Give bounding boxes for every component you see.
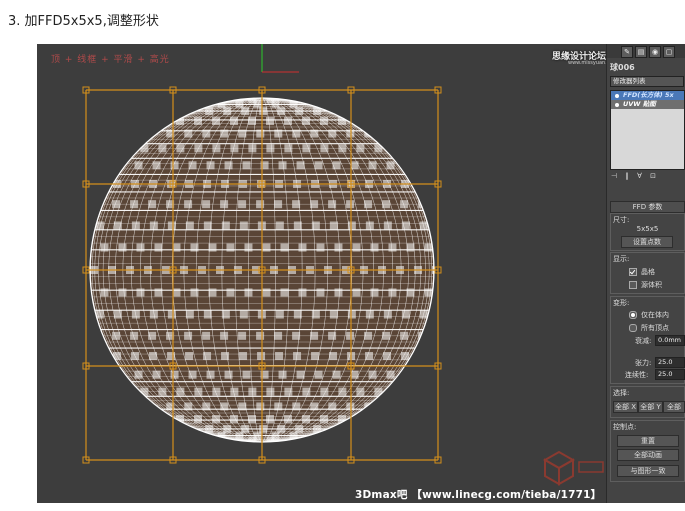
all-y-button[interactable]: 全部 Y bbox=[638, 401, 663, 413]
max-screenshot: 顶 + 线框 + 平滑 + 高光 思缘设计论坛 www.missyuan.com… bbox=[37, 44, 685, 503]
all-z-button[interactable]: 全部 bbox=[663, 401, 685, 413]
make-unique-icon[interactable]: ∀ bbox=[637, 172, 642, 180]
falloff-label: 衰减: bbox=[635, 337, 652, 345]
dimensions-group: 尺寸: 5x5x5 设置点数 bbox=[610, 213, 685, 251]
all-x-button[interactable]: 全部 X bbox=[613, 401, 638, 413]
pin-stack-icon[interactable]: ⊣ bbox=[611, 172, 617, 180]
continuity-field[interactable]: 25.0 bbox=[655, 369, 685, 380]
stack-item-ffd[interactable]: FFD(长方体) 5x bbox=[611, 91, 684, 100]
deform-group: 变形: 仅在体内 所有顶点 衰减: 0.0mm 张力: 25.0 连续性: 25… bbox=[610, 296, 685, 384]
motion-tab-icon[interactable]: ◉ bbox=[649, 46, 661, 58]
reset-button[interactable]: 重置 bbox=[617, 435, 679, 447]
stack-item-uvw[interactable]: UVW 贴图 bbox=[611, 100, 684, 109]
selection-label: 选择: bbox=[613, 389, 630, 397]
object-name[interactable]: 球006 bbox=[610, 62, 635, 73]
control-points-label: 控制点: bbox=[613, 423, 637, 431]
show-end-result-icon[interactable]: ‖ bbox=[625, 172, 629, 180]
lattice-checkbox[interactable]: 晶格 bbox=[629, 267, 655, 277]
panel-tabs: ✎ ▤ ◉ ▢ bbox=[607, 44, 685, 58]
stack-tools: ⊣ ‖ ∀ ⊡ bbox=[611, 172, 656, 180]
modifier-stack: FFD(长方体) 5x UVW 贴图 bbox=[610, 90, 685, 170]
falloff-field[interactable]: 0.0mm bbox=[655, 335, 685, 346]
animate-all-button[interactable]: 全部动画 bbox=[617, 449, 679, 461]
footer-watermark: 3Dmax吧 【www.linecg.com/tieba/1771】 bbox=[355, 489, 602, 501]
modifier-list-dropdown[interactable]: 修改器列表 bbox=[610, 76, 684, 87]
ffd-params-rollout[interactable]: FFD 参数 bbox=[610, 201, 685, 213]
display-group: 显示: 晶格 源体积 bbox=[610, 252, 685, 294]
viewport-canvas bbox=[82, 44, 442, 464]
command-panel: ✎ ▤ ◉ ▢ 球006 修改器列表 FFD(长方体) 5x UVW 贴图 ⊣ … bbox=[606, 44, 685, 503]
light-bulb-icon[interactable] bbox=[615, 103, 619, 107]
conform-to-shape-button[interactable]: 与图形一致 bbox=[617, 465, 679, 477]
deform-label: 变形: bbox=[613, 299, 630, 307]
all-vertices-radio[interactable]: 所有顶点 bbox=[629, 323, 669, 333]
only-in-volume-radio[interactable]: 仅在体内 bbox=[629, 310, 669, 320]
source-volume-checkbox[interactable]: 源体积 bbox=[629, 280, 662, 290]
step-title: 3. 加FFD5x5x5,调整形状 bbox=[8, 14, 159, 29]
dimensions-label: 尺寸: bbox=[613, 216, 630, 224]
hierarchy-tab-icon[interactable]: ▤ bbox=[635, 46, 647, 58]
cube-logo-watermark bbox=[542, 450, 604, 486]
continuity-label: 连续性: bbox=[625, 371, 649, 379]
modify-tab-icon[interactable]: ✎ bbox=[621, 46, 633, 58]
selection-group: 选择: 全部 X 全部 Y 全部 bbox=[610, 386, 685, 418]
display-label: 显示: bbox=[613, 255, 630, 263]
display-tab-icon[interactable]: ▢ bbox=[663, 46, 675, 58]
tension-field[interactable]: 25.0 bbox=[655, 357, 685, 368]
light-bulb-icon[interactable] bbox=[615, 94, 619, 98]
control-points-group: 控制点: 重置 全部动画 与图形一致 bbox=[610, 420, 685, 482]
top-viewport[interactable]: 顶 + 线框 + 平滑 + 高光 bbox=[37, 44, 606, 503]
dimensions-value: 5x5x5 bbox=[636, 225, 659, 233]
set-points-button[interactable]: 设置点数 bbox=[621, 236, 673, 248]
remove-modifier-icon[interactable]: ⊡ bbox=[650, 172, 656, 180]
tension-label: 张力: bbox=[635, 359, 652, 367]
